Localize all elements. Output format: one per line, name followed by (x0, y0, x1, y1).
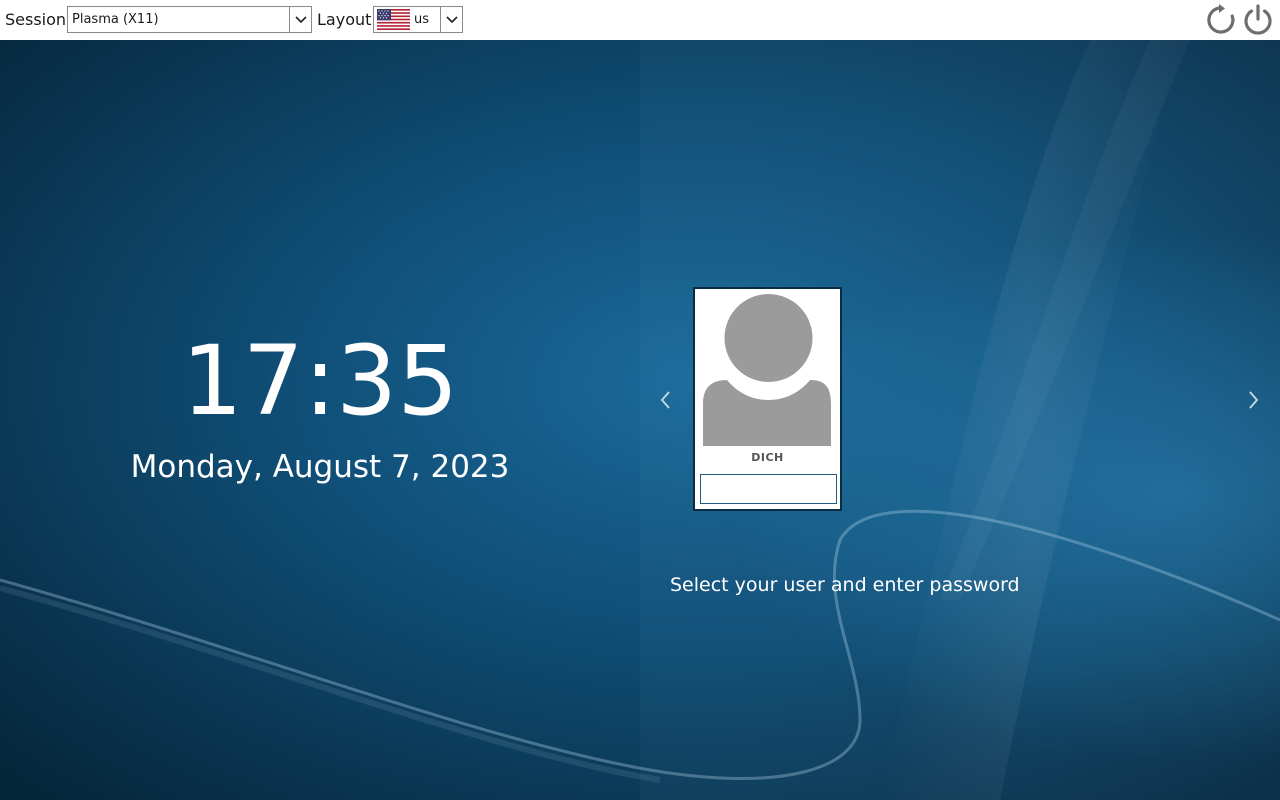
keyboard-layout-select[interactable]: us (373, 6, 463, 33)
session-value: Plasma (X11) (72, 12, 159, 27)
password-input[interactable] (700, 474, 837, 504)
clock-time: 17:35 (181, 325, 459, 437)
reboot-icon[interactable] (1205, 4, 1237, 36)
chevron-left-icon[interactable] (656, 388, 676, 412)
layout-label: Layout (317, 10, 372, 29)
layout-value: us (414, 12, 430, 27)
login-hint: Select your user and enter password (670, 574, 1020, 596)
session-label: Session (5, 10, 67, 29)
user-silhouette-icon (703, 294, 831, 446)
user-name: DICH (751, 451, 784, 464)
top-toolbar: Session Plasma (X11) Layout us (0, 0, 1280, 40)
user-card[interactable]: DICH (693, 287, 842, 511)
chevron-down-icon[interactable] (289, 7, 311, 32)
session-select[interactable]: Plasma (X11) (67, 6, 312, 33)
clock-date: Monday, August 7, 2023 (130, 449, 510, 485)
chevron-right-icon[interactable] (1243, 388, 1263, 412)
chevron-down-icon[interactable] (440, 7, 462, 32)
us-flag-icon (377, 9, 410, 30)
login-screen: Session Plasma (X11) Layout us 17:35 Mon… (0, 0, 1280, 800)
power-icon[interactable] (1242, 4, 1274, 36)
